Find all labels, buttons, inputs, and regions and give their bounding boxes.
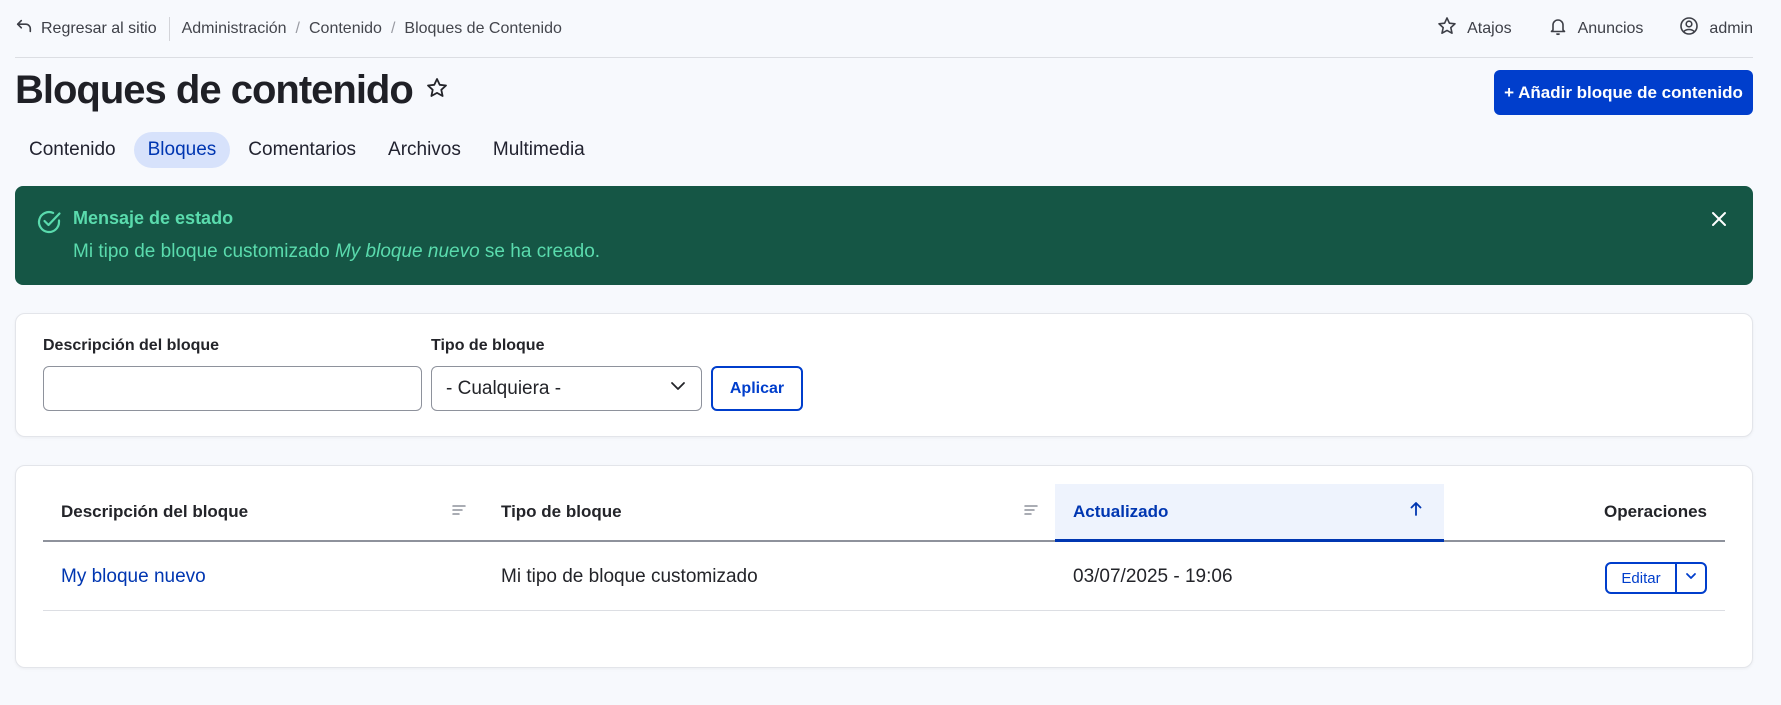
tab-multimedia[interactable]: Multimedia [479, 132, 599, 168]
chevron-down-icon [669, 377, 687, 401]
column-label-type: Tipo de bloque [501, 502, 622, 521]
filter-form: Descripción del bloque Tipo de bloque - … [15, 313, 1753, 437]
blocks-table: Descripción del bloque Tipo de bloque Ac… [15, 465, 1753, 668]
favorite-star-icon[interactable] [425, 76, 449, 105]
shortcuts-button[interactable]: Atajos [1437, 16, 1512, 41]
toolbar: Regresar al sitio Administración / Conte… [15, 0, 1753, 58]
tab-comentarios[interactable]: Comentarios [234, 132, 370, 168]
tab-contenido[interactable]: Contenido [15, 132, 130, 168]
check-circle-icon [35, 208, 63, 236]
table-header: Descripción del bloque Tipo de bloque Ac… [43, 484, 1725, 542]
arrow-up-icon [1408, 501, 1424, 522]
column-header-type[interactable]: Tipo de bloque [483, 484, 1055, 540]
close-icon[interactable] [1707, 207, 1731, 231]
breadcrumb-bloques[interactable]: Bloques de Contenido [404, 20, 561, 38]
star-icon [1437, 16, 1457, 41]
status-text: Mi tipo de bloque customizado My bloque … [73, 241, 600, 263]
type-filter-select[interactable]: - Cualquiera - [431, 366, 702, 411]
back-to-site-link[interactable]: Regresar al sitio [15, 16, 170, 41]
back-label: Regresar al sitio [41, 19, 157, 37]
block-description-link[interactable]: My bloque nuevo [61, 544, 206, 610]
type-filter-value: - Cualquiera - [446, 377, 562, 399]
tab-archivos[interactable]: Archivos [374, 132, 475, 168]
edit-button[interactable]: Editar [1607, 564, 1677, 592]
type-filter-label: Tipo de bloque [431, 337, 545, 354]
status-text-prefix: Mi tipo de bloque customizado [73, 241, 335, 262]
operations-toggle[interactable] [1677, 564, 1705, 592]
column-header-description[interactable]: Descripción del bloque [43, 484, 483, 540]
status-text-block-name: My bloque nuevo [334, 241, 480, 262]
chevron-down-icon [1684, 569, 1698, 588]
breadcrumb-separator: / [390, 19, 396, 37]
description-filter-input[interactable] [43, 366, 422, 411]
sort-lines-icon [1023, 502, 1039, 523]
apply-filter-button[interactable]: Aplicar [711, 366, 803, 411]
announcements-label: Anuncios [1577, 19, 1644, 37]
add-content-block-button[interactable]: + Añadir bloque de contenido [1494, 70, 1753, 115]
primary-tabs: Contenido Bloques Comentarios Archivos M… [15, 132, 599, 168]
breadcrumb-contenido[interactable]: Contenido [309, 20, 382, 38]
page-title: Bloques de contenido [15, 68, 414, 112]
block-updated-cell: 03/07/2025 - 19:06 [1073, 566, 1233, 587]
breadcrumb-administracion[interactable]: Administración [182, 20, 287, 38]
status-text-suffix: se ha creado. [479, 241, 601, 262]
table-row: My bloque nuevo Mi tipo de bloque custom… [43, 544, 1725, 611]
column-header-updated[interactable]: Actualizado [1055, 484, 1444, 542]
breadcrumb-separator: / [295, 19, 300, 37]
column-label-updated: Actualizado [1073, 501, 1169, 521]
announcements-button[interactable]: Anuncios [1548, 16, 1644, 41]
bell-icon [1548, 16, 1568, 41]
block-type-cell: Mi tipo de bloque customizado [501, 566, 758, 587]
return-arrow-icon [15, 17, 33, 40]
sort-lines-icon [451, 502, 467, 523]
shortcuts-label: Atajos [1467, 19, 1512, 37]
column-label-operations: Operaciones [1604, 502, 1707, 521]
tab-bloques[interactable]: Bloques [133, 132, 231, 168]
breadcrumb: Administración / Contenido / Bloques de … [182, 20, 562, 38]
user-circle-icon [1679, 16, 1699, 41]
column-header-operations: Operaciones [1604, 484, 1707, 540]
description-filter-label: Descripción del bloque [43, 337, 220, 354]
operations-dropbutton: Editar [1605, 562, 1707, 594]
status-message: Mensaje de estado Mi tipo de bloque cust… [15, 186, 1753, 285]
column-label-description: Descripción del bloque [61, 502, 249, 521]
user-menu-button[interactable]: admin [1679, 16, 1753, 41]
status-title: Mensaje de estado [73, 208, 234, 228]
user-label: admin [1709, 19, 1753, 37]
